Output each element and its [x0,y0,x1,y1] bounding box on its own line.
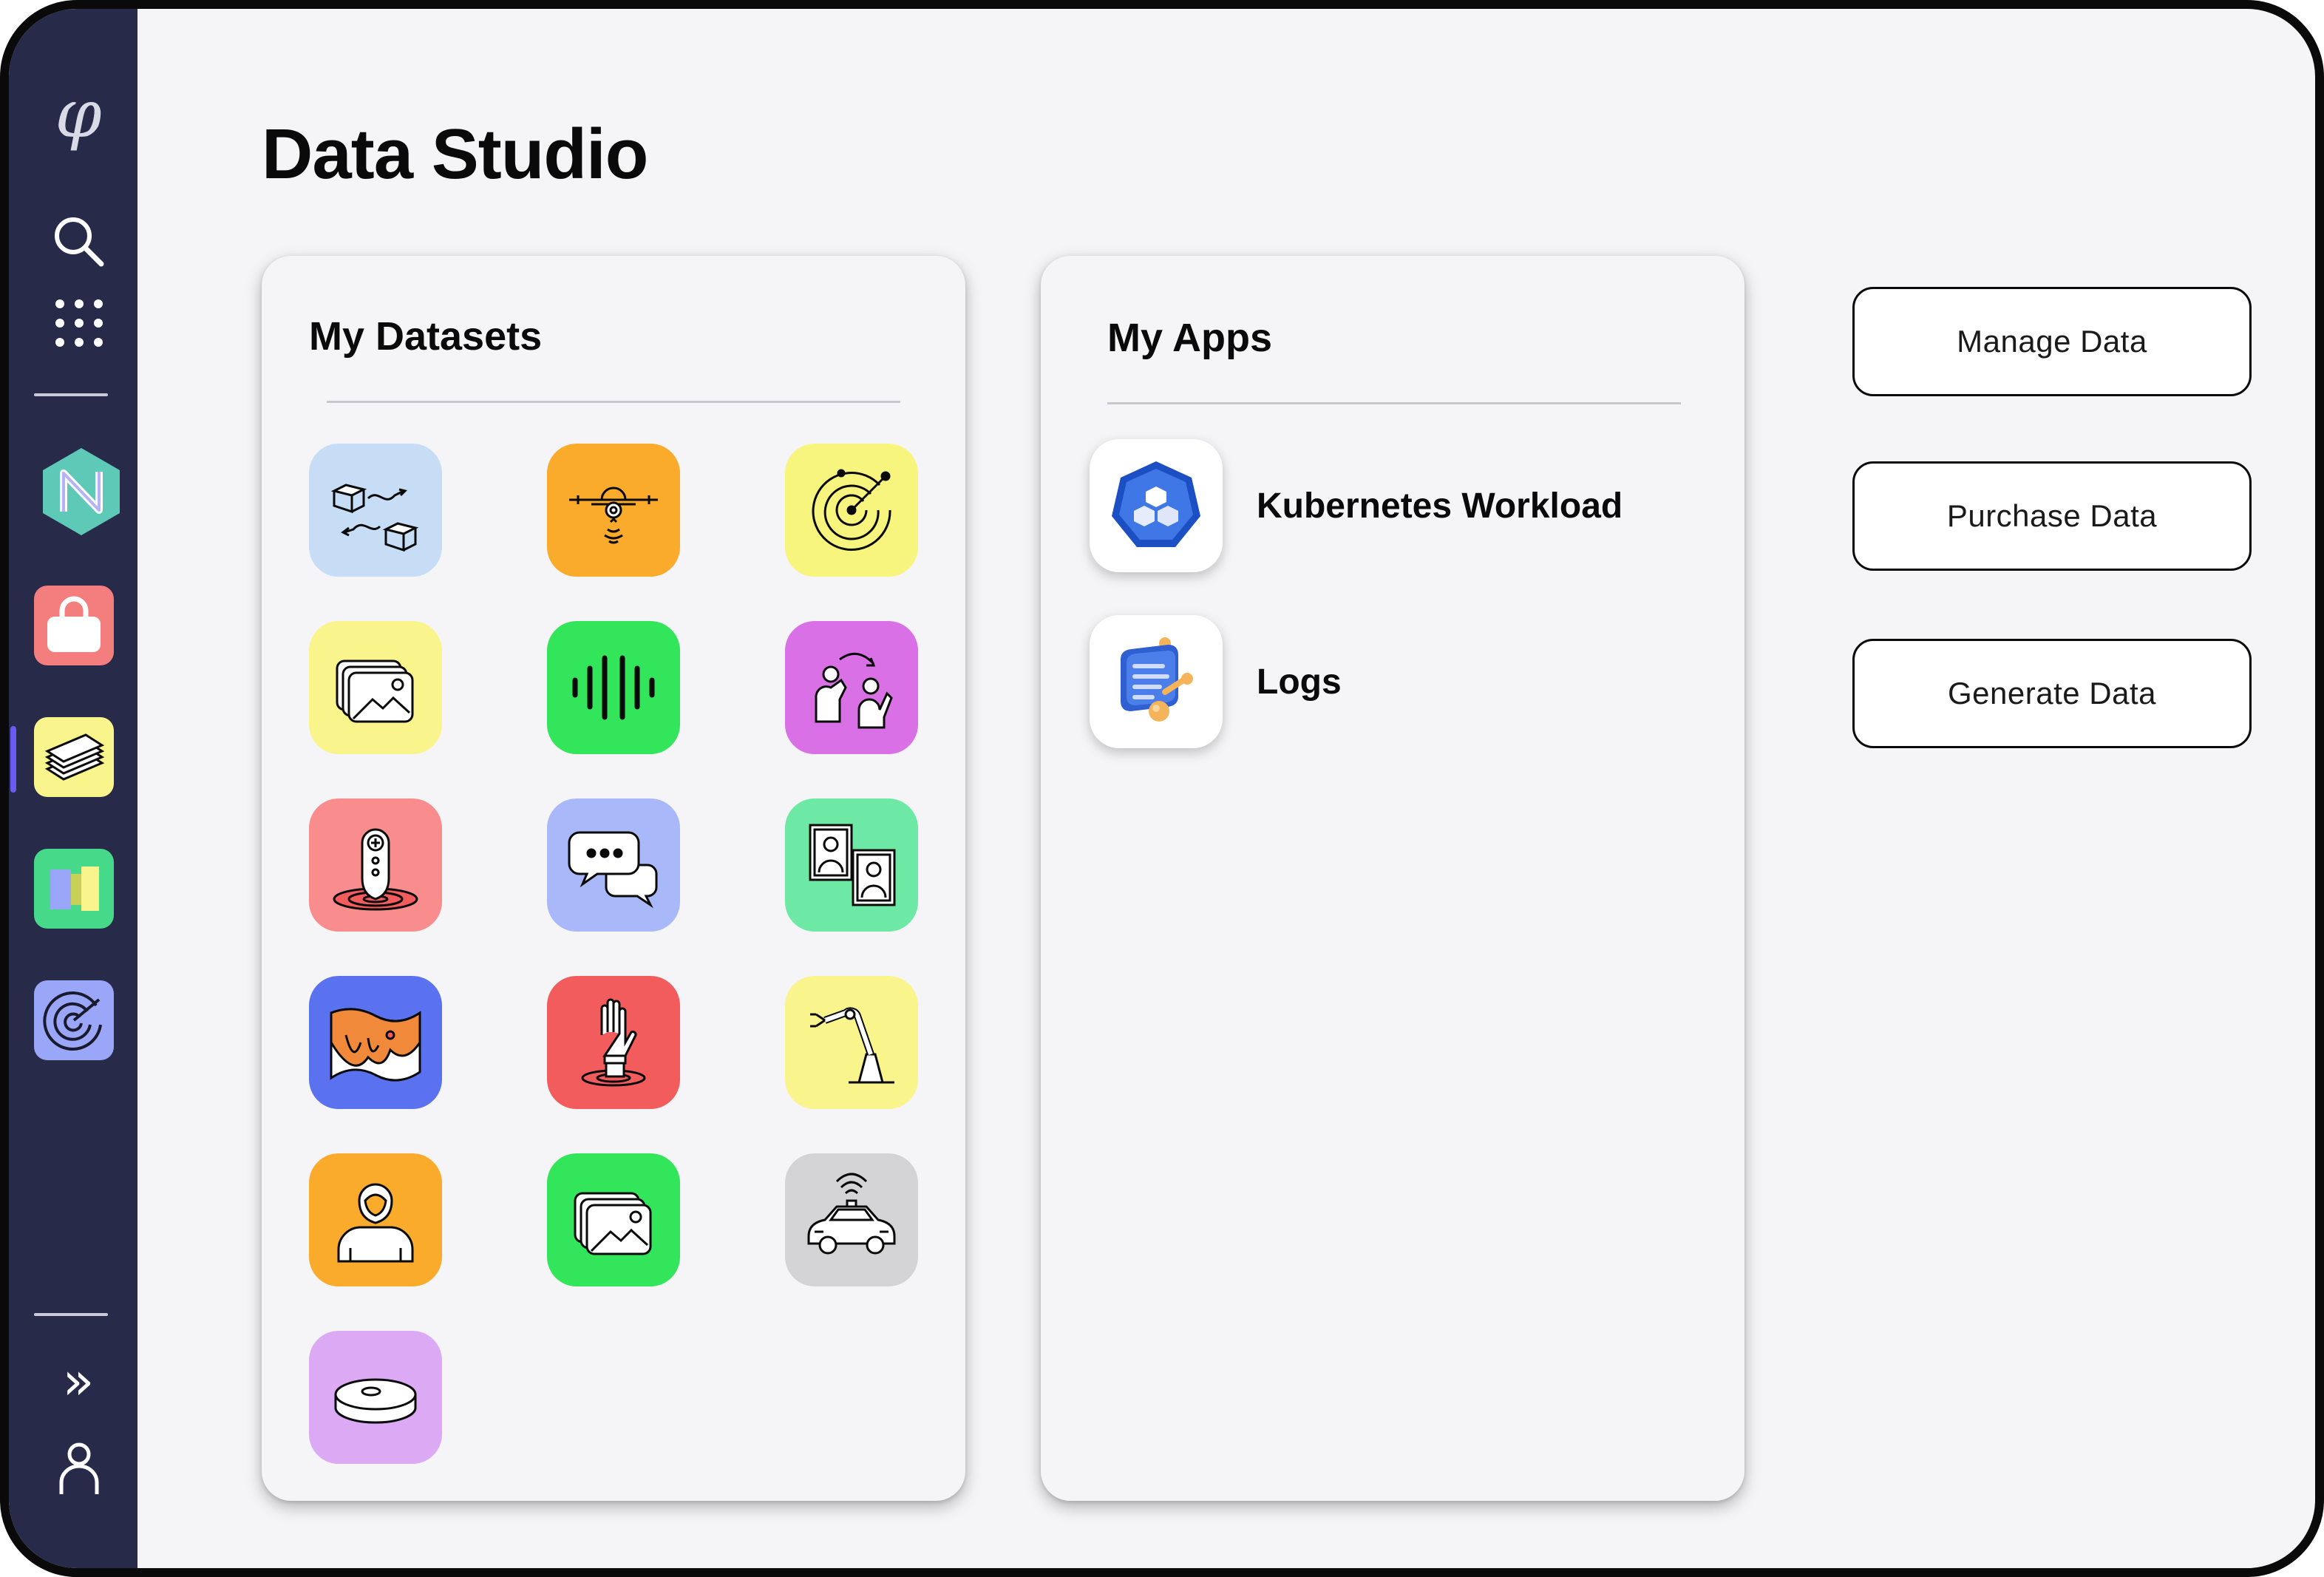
nft-hexagon-icon[interactable] [37,444,126,540]
purchase-data-button[interactable]: Purchase Data [1852,461,2252,571]
user-icon[interactable] [46,1436,112,1502]
dataset-tile-chat-bubbles[interactable] [547,798,680,932]
dataset-tile-autonomous-car[interactable] [785,1153,918,1286]
datasets-title: My Datasets [309,314,543,359]
apps-card: My Apps Kubernetes Workload Logs [1041,256,1744,1501]
robot-vacuum-icon [334,1378,417,1424]
dataset-tile-terrain-map[interactable] [309,976,442,1109]
apps-title: My Apps [1107,316,1273,360]
app-item-logs[interactable]: Logs [1090,615,1342,748]
datasets-divider [327,401,900,403]
generate-data-button[interactable]: Generate Data [1852,639,2252,748]
image-stack-icon [336,659,414,723]
logo-icon[interactable]: φ [41,75,115,153]
dataset-tile-person-avatar[interactable] [309,1153,442,1286]
sidebar-divider-bottom [34,1313,108,1316]
panels-icon[interactable] [34,849,114,929]
robot-arm-icon [810,1007,894,1084]
people-interaction-icon [815,652,893,729]
chat-bubbles-icon [568,831,658,909]
search-icon[interactable] [46,208,112,275]
logo-glyph: φ [55,75,102,153]
portrait-photos-icon [809,824,896,906]
logs-icon [1090,615,1223,748]
expand-icon[interactable]: » [41,1351,115,1411]
dataset-tile-image-gallery[interactable] [547,1153,680,1286]
apps-grid-icon[interactable] [46,290,112,356]
terrain-map-icon [330,1008,421,1082]
datasets-card: My Datasets [262,256,965,1501]
apps-divider [1107,402,1681,404]
audio-wave-icon [572,655,655,720]
dataset-tile-portrait-photos[interactable] [785,798,918,932]
drone-icon [569,486,658,544]
location-pin-icon [333,828,418,911]
person-avatar-icon [337,1183,414,1263]
app-window: φ » Data Studio My Datasets My Apps Kube… [0,0,2324,1577]
dataset-tile-robot-vacuum[interactable] [309,1331,442,1464]
image-gallery-icon [574,1192,652,1255]
dataset-tile-image-stack[interactable] [309,621,442,754]
radar-scan-icon [812,469,891,552]
autonomous-car-icon [807,1173,896,1255]
page-title: Data Studio [262,115,648,194]
dataset-tile-robot-hand[interactable] [547,976,680,1109]
app-label-kubernetes: Kubernetes Workload [1257,486,1623,526]
shopping-bag-icon[interactable] [34,586,114,665]
sidebar-divider [34,393,108,396]
dataset-tile-location-pin[interactable] [309,798,442,932]
active-indicator [10,726,16,793]
app-item-kubernetes[interactable]: Kubernetes Workload [1090,439,1623,572]
datasets-stack-icon[interactable] [34,717,114,797]
sidebar: φ » [9,9,137,1568]
robot-hand-icon [581,998,646,1087]
app-label-logs: Logs [1257,662,1342,702]
kubernetes-icon [1090,439,1223,572]
manage-data-button[interactable]: Manage Data [1852,287,2252,396]
dataset-tile-robot-arm[interactable] [785,976,918,1109]
dataset-tile-drone[interactable] [547,444,680,577]
expand-glyph: » [62,1351,95,1411]
dataset-tile-people-interaction[interactable] [785,621,918,754]
dataset-tile-radar-scan[interactable] [785,444,918,577]
dataset-tile-data-transfer[interactable] [309,444,442,577]
dataset-tile-audio-wave[interactable] [547,621,680,754]
radar-icon[interactable] [34,980,114,1060]
data-transfer-icon [330,484,419,552]
